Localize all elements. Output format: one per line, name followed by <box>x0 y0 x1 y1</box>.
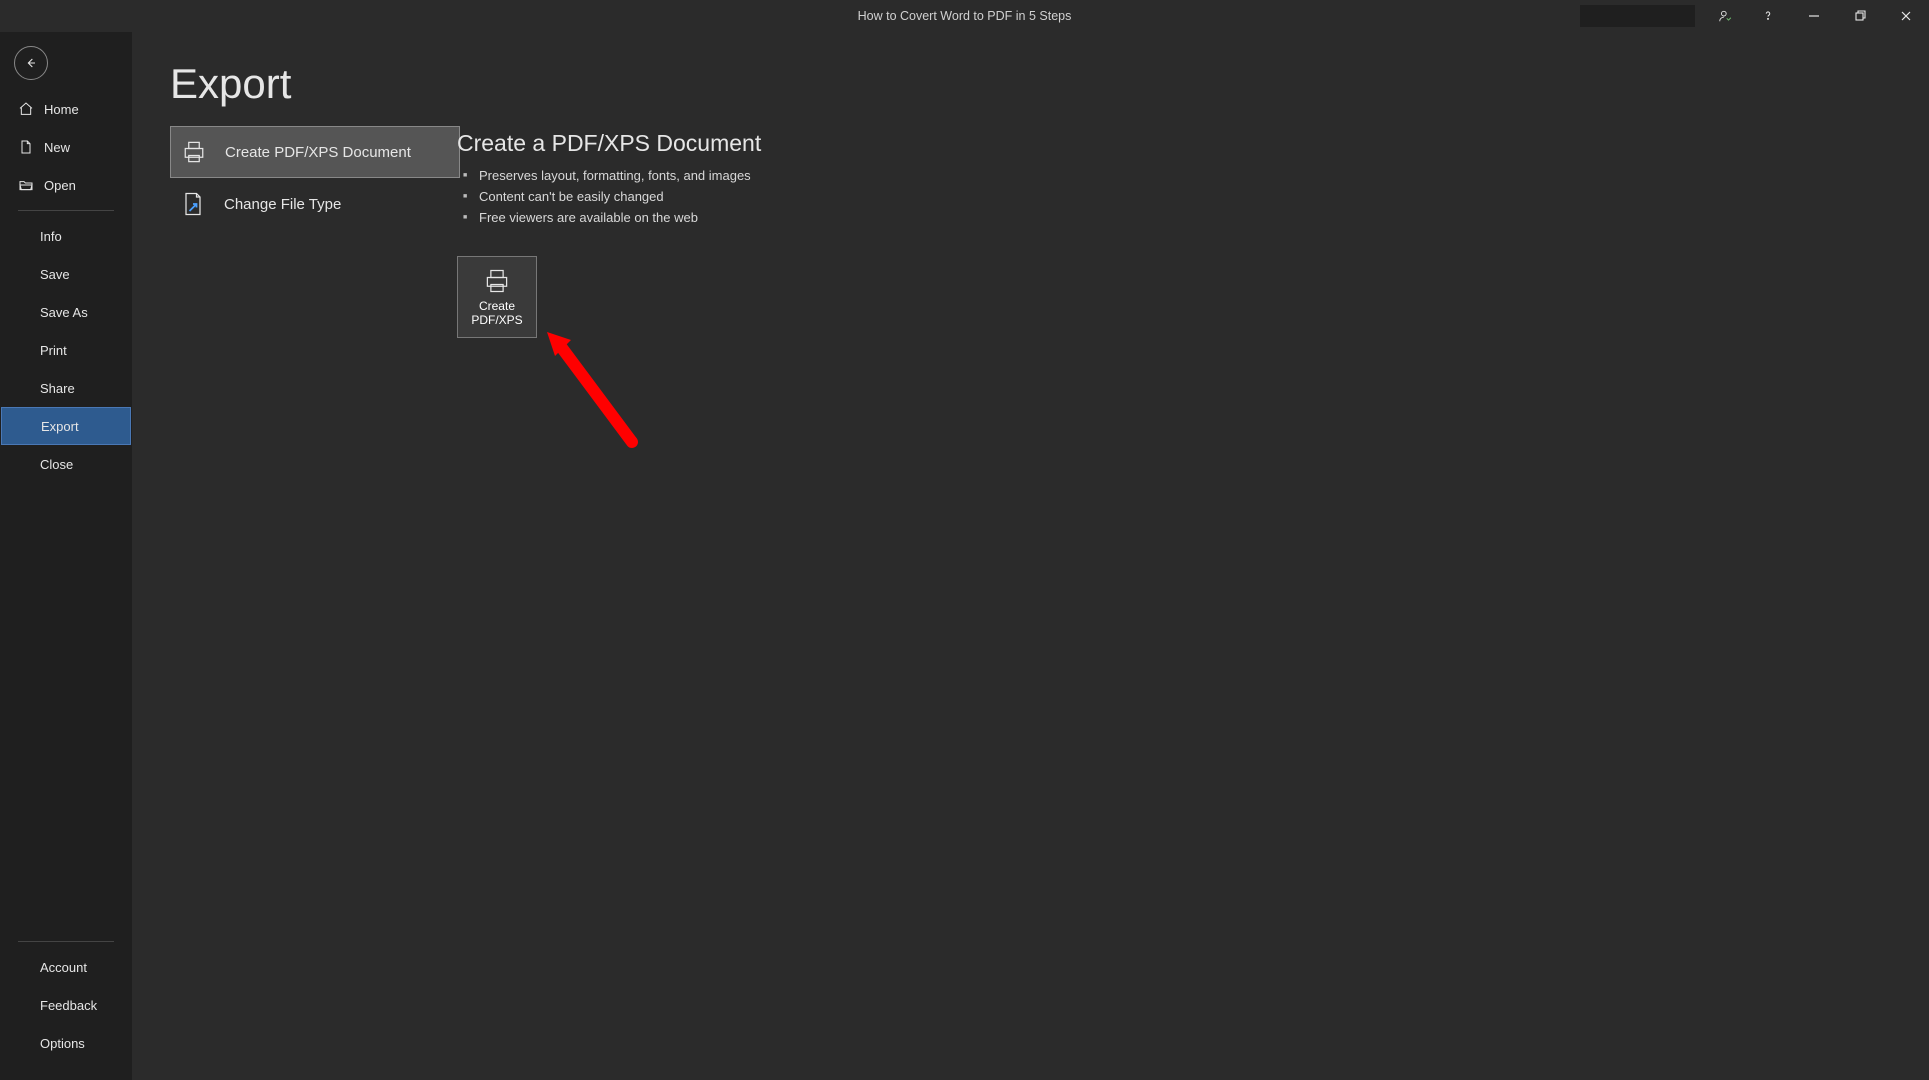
document-title: How to Covert Word to PDF in 5 Steps <box>858 9 1072 23</box>
sidebar-item-label: Save <box>40 267 70 282</box>
open-folder-icon <box>18 177 34 193</box>
sidebar-item-print[interactable]: Print <box>0 331 132 369</box>
sidebar-item-label: Open <box>44 178 76 193</box>
sidebar-item-label: Info <box>40 229 62 244</box>
sidebar-item-home[interactable]: Home <box>0 90 132 128</box>
sidebar-item-options[interactable]: Options <box>0 1024 132 1062</box>
sidebar-item-open[interactable]: Open <box>0 166 132 204</box>
detail-heading: Create a PDF/XPS Document <box>457 130 761 157</box>
sidebar-item-save[interactable]: Save <box>0 255 132 293</box>
sidebar-item-label: Print <box>40 343 67 358</box>
sidebar-item-feedback[interactable]: Feedback <box>0 986 132 1024</box>
sidebar-item-save-as[interactable]: Save As <box>0 293 132 331</box>
sidebar-item-label: New <box>44 140 70 155</box>
export-option-change-file-type[interactable]: Change File Type <box>170 178 460 230</box>
detail-bullet: Content can't be easily changed <box>457 186 761 207</box>
export-option-label: Create PDF/XPS Document <box>225 144 411 161</box>
new-doc-icon <box>18 139 34 155</box>
sidebar-item-label: Save As <box>40 305 88 320</box>
create-pdf-icon <box>482 267 512 295</box>
annotation-arrow <box>537 322 657 467</box>
export-option-list: Create PDF/XPS Document Change File Type <box>170 126 460 230</box>
create-button-label: Create PDF/XPS <box>471 299 522 327</box>
back-button[interactable] <box>14 46 48 80</box>
export-option-label: Change File Type <box>224 196 341 213</box>
detail-bullet: Free viewers are available on the web <box>457 207 761 228</box>
sidebar-item-info[interactable]: Info <box>0 217 132 255</box>
pdf-printer-icon <box>179 137 209 167</box>
home-icon <box>18 101 34 117</box>
detail-bullets: Preserves layout, formatting, fonts, and… <box>457 165 761 228</box>
export-option-create-pdf-xps[interactable]: Create PDF/XPS Document <box>170 126 460 178</box>
help-icon[interactable] <box>1745 0 1791 32</box>
sidebar-item-label: Close <box>40 457 73 472</box>
sidebar-item-label: Home <box>44 102 79 117</box>
change-filetype-icon <box>178 189 208 219</box>
sidebar-item-new[interactable]: New <box>0 128 132 166</box>
backstage-sidebar: Home New Open Info Save Save As Print <box>0 32 132 1080</box>
sidebar-item-label: Export <box>41 419 79 434</box>
title-bar: How to Covert Word to PDF in 5 Steps <box>0 0 1929 32</box>
sidebar-item-label: Feedback <box>40 998 97 1013</box>
user-account-button[interactable] <box>1580 5 1695 27</box>
minimize-button[interactable] <box>1791 0 1837 32</box>
sidebar-item-label: Options <box>40 1036 85 1051</box>
sidebar-item-account[interactable]: Account <box>0 948 132 986</box>
sidebar-item-label: Share <box>40 381 75 396</box>
detail-bullet: Preserves layout, formatting, fonts, and… <box>457 165 761 186</box>
presence-icon[interactable] <box>1705 0 1745 32</box>
close-button[interactable] <box>1883 0 1929 32</box>
title-bar-controls <box>1580 0 1929 32</box>
sidebar-divider <box>18 941 114 942</box>
restore-button[interactable] <box>1837 0 1883 32</box>
sidebar-item-close[interactable]: Close <box>0 445 132 483</box>
sidebar-divider <box>18 210 114 211</box>
create-pdf-xps-button[interactable]: Create PDF/XPS <box>457 256 537 338</box>
export-detail-pane: Create a PDF/XPS Document Preserves layo… <box>457 130 761 338</box>
sidebar-item-label: Account <box>40 960 87 975</box>
sidebar-item-export[interactable]: Export <box>1 407 131 445</box>
page-title: Export <box>170 60 1929 108</box>
main-content: Export Create PDF/XPS Document <box>132 32 1929 1080</box>
sidebar-item-share[interactable]: Share <box>0 369 132 407</box>
